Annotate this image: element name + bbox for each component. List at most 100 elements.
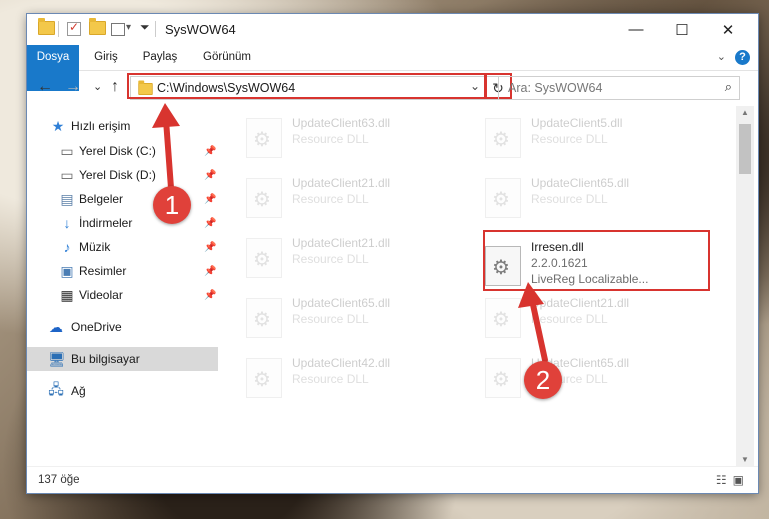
- documents-icon: ▤: [60, 190, 74, 207]
- sidebar-item-label: Bu bilgisayar: [71, 352, 140, 366]
- pin-icon: 📌: [204, 217, 217, 229]
- sidebar-item-music[interactable]: ♪ Müzik 📌: [27, 235, 218, 259]
- pin-icon: 📌: [204, 193, 217, 205]
- file-item[interactable]: ⚙ UpdateClient21.dll Resource DLL: [246, 176, 476, 222]
- dll-file-icon: ⚙: [485, 358, 521, 398]
- dll-file-icon: ⚙: [246, 358, 282, 398]
- ribbon-tabs: Dosya Giriş Paylaş Görünüm ⌄ ?: [27, 45, 758, 91]
- sidebar-item-this-pc[interactable]: 🖥 Bu bilgisayar: [27, 347, 218, 371]
- file-name: UpdateClient5.dll: [531, 116, 623, 130]
- up-button[interactable]: ↑: [111, 78, 119, 96]
- file-item[interactable]: ⚙ UpdateClient63.dll Resource DLL: [246, 116, 476, 162]
- sidebar-item-pictures[interactable]: ▣ Resimler 📌: [27, 259, 218, 283]
- search-input[interactable]: Ara: SysWOW64 ⌕: [498, 76, 740, 100]
- pin-icon: 📌: [204, 289, 217, 301]
- sidebar-item-label: Yerel Disk (D:): [79, 168, 156, 182]
- customize-icon[interactable]: [111, 23, 125, 36]
- dll-file-icon: ⚙: [246, 178, 282, 218]
- file-name: UpdateClient21.dll: [292, 236, 391, 250]
- sidebar-item-onedrive[interactable]: ☁ OneDrive: [27, 315, 218, 339]
- file-version: 2.2.0.1621: [531, 256, 588, 270]
- tab-view[interactable]: Görünüm: [195, 45, 259, 70]
- properties-icon[interactable]: ✓: [67, 20, 81, 36]
- dll-file-icon: ⚙: [485, 118, 521, 158]
- sidebar-item-local-disk-c[interactable]: ▭ Yerel Disk (C:) 📌: [27, 139, 218, 163]
- title-bar: ✓ ▾ ⏷ SysWOW64 — ☐ ✕: [27, 14, 758, 45]
- file-name: UpdateClient65.dll: [531, 176, 630, 190]
- file-description: Resource DLL: [292, 312, 369, 326]
- videos-icon: ▦: [60, 286, 74, 303]
- close-button[interactable]: ✕: [705, 14, 751, 45]
- item-count: 137 öğe: [38, 474, 80, 486]
- file-description: Resource DLL: [531, 312, 608, 326]
- file-name: UpdateClient42.dll: [292, 356, 391, 370]
- file-description: Resource DLL: [531, 192, 608, 206]
- sidebar-item-label: İndirmeler: [79, 216, 133, 230]
- dll-file-icon: ⚙: [485, 298, 521, 338]
- navigation-pane: ★ Hızlı erişim ▭ Yerel Disk (C:) 📌 ▭ Yer…: [27, 106, 218, 466]
- sidebar-item-label: Yerel Disk (C:): [79, 144, 156, 158]
- file-description: Resource DLL: [531, 132, 608, 146]
- address-path[interactable]: C:\Windows\SysWOW64: [157, 81, 295, 95]
- address-bar[interactable]: C:\Windows\SysWOW64 ⌄: [130, 76, 487, 100]
- file-description: Resource DLL: [531, 372, 608, 386]
- file-item[interactable]: ⚙ UpdateClient5.dll Resource DLL: [485, 116, 715, 162]
- file-item[interactable]: ⚙ UpdateClient65.dll Resource DLL: [246, 296, 476, 342]
- sidebar-item-label: Resimler: [79, 264, 127, 278]
- view-mode-icons[interactable]: ☷▣: [716, 473, 750, 487]
- scroll-up-icon[interactable]: ▲: [736, 108, 754, 117]
- navigation-bar: ← → ⌄ ↑ C:\Windows\SysWOW64 ⌄ ↻ Ara: Sys…: [27, 71, 758, 105]
- file-item[interactable]: ⚙ UpdateClient42.dll Resource DLL: [246, 356, 476, 402]
- tab-share[interactable]: Paylaş: [137, 45, 183, 70]
- file-item[interactable]: ⚙ UpdateClient65.dll Resource DLL: [485, 356, 715, 402]
- sidebar-item-downloads[interactable]: ↓ İndirmeler 📌: [27, 211, 218, 235]
- quick-access-dropdown-icon[interactable]: ⏷: [140, 20, 150, 35]
- drive-icon: ▭: [60, 166, 74, 183]
- status-bar: 137 öğe ☷▣: [27, 466, 758, 493]
- file-item[interactable]: ⚙ UpdateClient65.dll Resource DLL: [485, 176, 715, 222]
- file-explorer-window: ✓ ▾ ⏷ SysWOW64 — ☐ ✕ Dosya Giriş Paylaş …: [27, 14, 758, 493]
- file-list: ⚙ UpdateClient63.dll Resource DLL ⚙ Upda…: [219, 106, 736, 466]
- scrollbar-thumb[interactable]: [739, 124, 751, 174]
- scroll-down-icon[interactable]: ▼: [736, 455, 754, 464]
- file-item[interactable]: ⚙ UpdateClient21.dll Resource DLL: [485, 296, 715, 342]
- music-icon: ♪: [63, 239, 71, 255]
- vertical-scrollbar[interactable]: ▲ ▼: [736, 106, 754, 466]
- dll-file-icon: ⚙: [246, 238, 282, 278]
- new-folder-icon[interactable]: [89, 18, 106, 35]
- sidebar-item-quick-access[interactable]: ★ Hızlı erişim: [27, 114, 218, 138]
- help-icon[interactable]: ?: [735, 50, 750, 65]
- sidebar-item-local-disk-d[interactable]: ▭ Yerel Disk (D:) 📌: [27, 163, 218, 187]
- computer-icon: 🖥: [48, 350, 66, 367]
- chevron-down-icon[interactable]: ▾: [126, 22, 131, 33]
- search-icon[interactable]: ⌕: [725, 79, 732, 95]
- sidebar-item-label: Hızlı erişim: [71, 119, 131, 133]
- address-dropdown-icon[interactable]: ⌄: [470, 79, 480, 93]
- sidebar-item-documents[interactable]: ▤ Belgeler 📌: [27, 187, 218, 211]
- file-name: UpdateClient21.dll: [531, 296, 630, 310]
- folder-icon: [138, 80, 153, 95]
- file-item-irresen[interactable]: ⚙ Irresen.dll 2.2.0.1621 LiveReg Localiz…: [485, 236, 715, 294]
- sidebar-item-label: Ağ: [71, 384, 86, 398]
- pin-icon: 📌: [204, 169, 217, 181]
- recent-locations-icon[interactable]: ⌄: [93, 80, 102, 93]
- dll-file-icon: ⚙: [246, 118, 282, 158]
- forward-button[interactable]: →: [65, 78, 81, 96]
- back-button[interactable]: ←: [37, 78, 53, 96]
- network-icon: 🖧: [48, 381, 64, 397]
- window-title: SysWOW64: [165, 22, 236, 37]
- cloud-icon: ☁: [49, 318, 63, 335]
- file-name: UpdateClient65.dll: [292, 296, 391, 310]
- minimize-button[interactable]: —: [613, 14, 659, 45]
- sidebar-item-network[interactable]: 🖧 Ağ: [27, 379, 218, 403]
- file-description: LiveReg Localizable...: [531, 272, 649, 286]
- dll-file-icon: ⚙: [485, 246, 521, 286]
- sidebar-item-label: OneDrive: [71, 320, 122, 334]
- file-item[interactable]: ⚙ UpdateClient21.dll Resource DLL: [246, 236, 476, 282]
- pictures-icon: ▣: [60, 262, 74, 279]
- tab-home[interactable]: Giriş: [85, 45, 127, 70]
- ribbon-collapse-icon[interactable]: ⌄: [717, 50, 726, 63]
- pin-icon: 📌: [204, 145, 217, 157]
- sidebar-item-videos[interactable]: ▦ Videolar 📌: [27, 283, 218, 307]
- maximize-button[interactable]: ☐: [659, 14, 705, 45]
